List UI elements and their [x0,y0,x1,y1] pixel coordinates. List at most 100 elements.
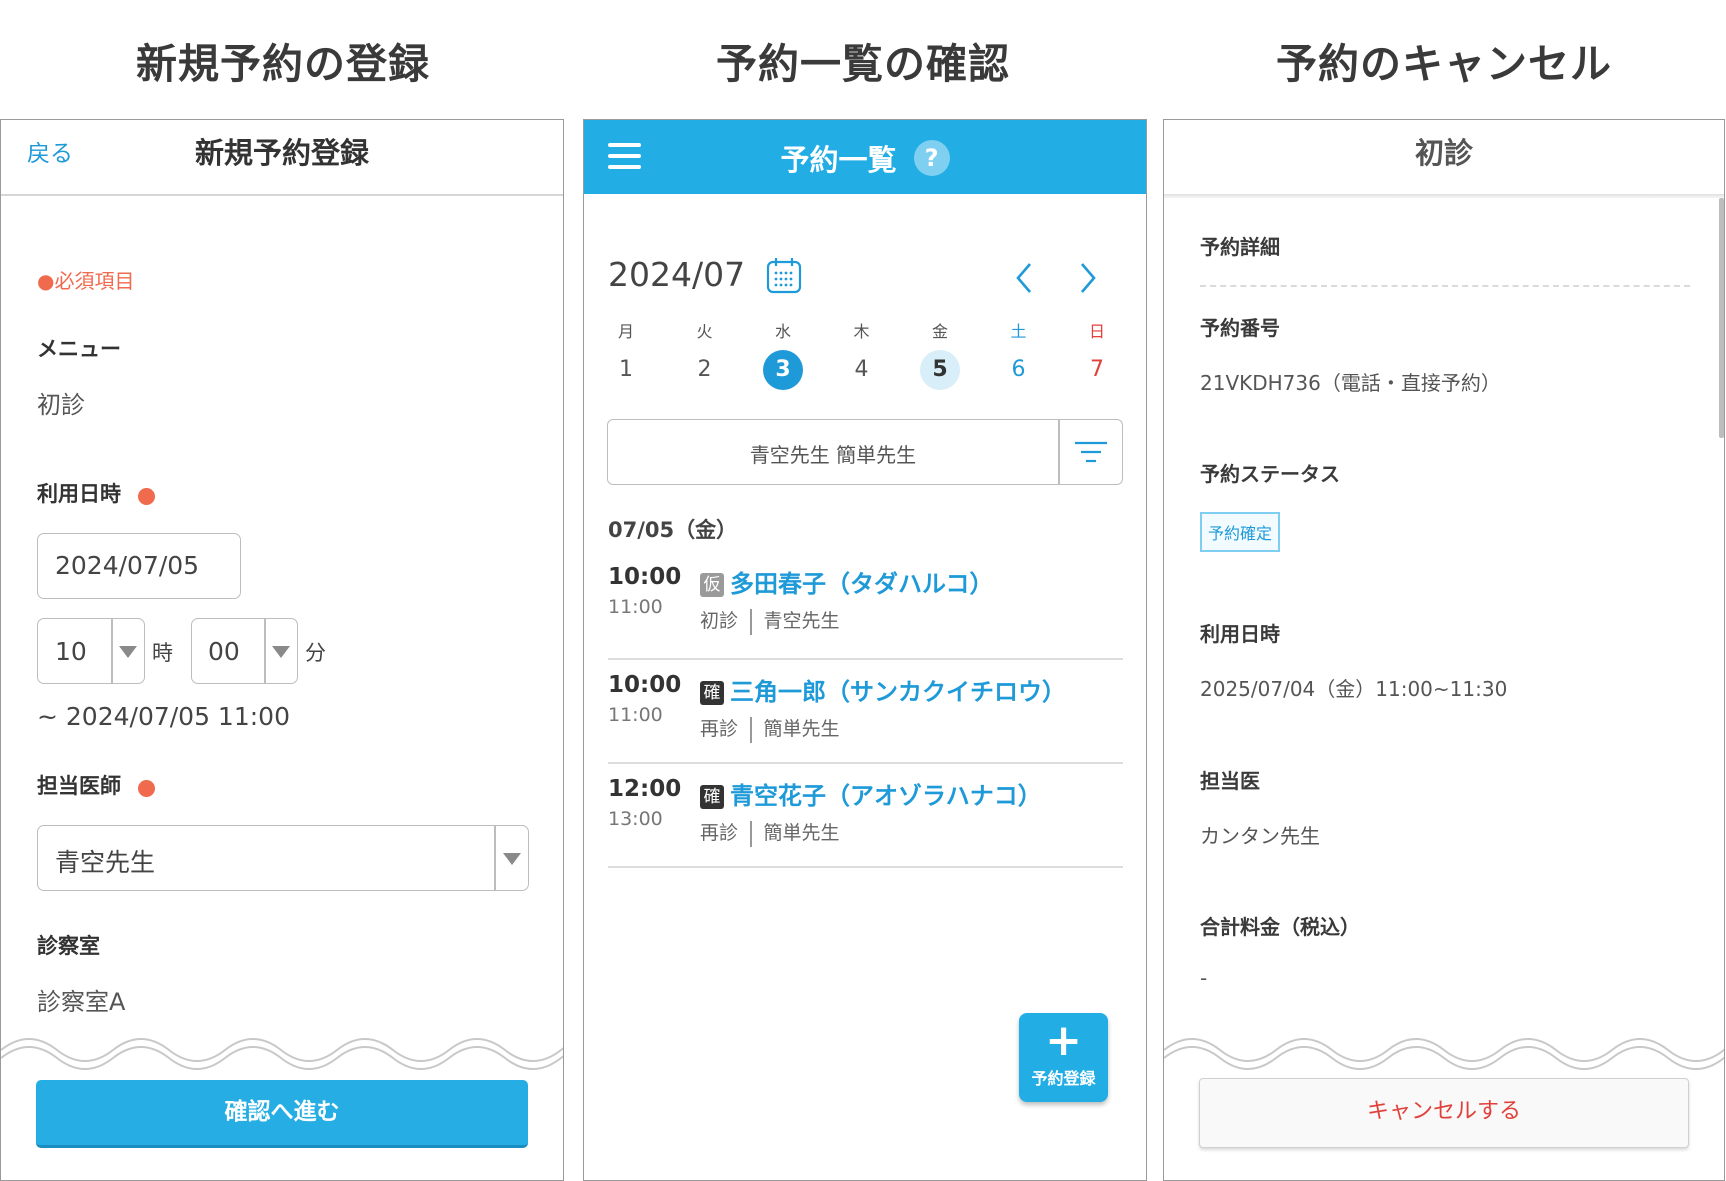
page-title: 新規予約登録 [1,130,563,172]
datetime-value: 2025/07/04（金）11:00~11:30 [1200,673,1507,702]
cancel-button[interactable]: キャンセルする [1199,1078,1689,1148]
number-label: 予約番号 [1200,312,1280,341]
chevron-left-icon[interactable] [1014,262,1034,294]
status-badge: 確 [700,785,724,809]
weekday-3[interactable]: 水3 [763,318,803,390]
header-divider [1,194,563,196]
question-circle-icon[interactable]: ? [914,140,950,176]
day-number: 2 [685,350,725,390]
hour-unit: 時 [152,637,173,667]
list-screen: 予約一覧 ? 2024/07 月1火2水3木4金5土6日7 青空先生 簡単先生 … [583,119,1147,1181]
row-divider [608,658,1123,660]
minute-select-value: 00 [208,637,240,666]
add-reservation-button[interactable]: + 予約登録 [1019,1013,1108,1102]
patient-row: 確青空花子（アオゾラハナコ） [700,776,1042,811]
start-time: 10:00 [608,564,681,590]
wave-divider [1164,1020,1725,1080]
doctor-filter[interactable]: 青空先生 簡単先生 [607,419,1123,485]
reservation-item[interactable]: 10:00 11:00 仮多田春子（タダハルコ） 初診 青空先生 [608,560,1123,668]
weekday-5[interactable]: 金5 [920,318,960,390]
caption-register: 新規予約の登録 [0,30,566,90]
row-divider [608,866,1123,868]
start-time: 10:00 [608,672,681,698]
reservation-item[interactable]: 12:0013:00確青空花子（アオゾラハナコ）再診簡単先生 [608,772,1123,876]
required-dot-icon [138,488,155,505]
date-input-value: 2024/07/05 [55,551,199,580]
menu-label: メニュー [37,333,121,363]
page-title: 予約一覧 ? [584,137,1146,179]
page-title: 初診 [1164,130,1724,172]
weekday-label: 日 [1077,318,1117,342]
day-number: 1 [606,350,646,390]
total-value: - [1200,966,1207,990]
doctor-select-value: 青空先生 [55,843,155,879]
chevron-down-icon [119,646,137,658]
caption-list: 予約一覧の確認 [583,30,1143,90]
week-strip: 月1火2水3木4金5土6日7 [608,318,1098,398]
weekday-label: 木 [842,318,882,342]
doctor-value: カンタン先生 [1200,820,1320,849]
confirm-button[interactable]: 確認へ進む [36,1080,528,1148]
doctor-label: 担当医 [1200,765,1260,794]
patient-name[interactable]: 多田春子（タダハルコ） [730,570,994,598]
weekday-1[interactable]: 月1 [606,318,646,390]
required-note: ●必須項目 [37,265,134,294]
date-heading: 07/05（金） [608,514,737,544]
detail-row: 再診 簡単先生 [700,818,840,847]
plus-icon: + [1019,1017,1108,1065]
weekday-2[interactable]: 火2 [685,318,725,390]
doctor-name: 青空先生 [764,610,840,632]
weekday-7[interactable]: 日7 [1077,318,1117,390]
scrollbar[interactable] [1719,198,1724,438]
required-dot-icon [138,780,155,797]
hour-select[interactable]: 10 [37,618,145,684]
doctor-name: 簡単先生 [764,718,840,740]
weekday-label: 月 [606,318,646,342]
chevron-right-icon[interactable] [1078,262,1098,294]
row-divider [608,762,1123,764]
filter-icon[interactable] [1074,440,1108,464]
minute-unit: 分 [305,637,326,667]
number-value: 21VKDH736（電話・直接予約） [1200,367,1501,396]
menu-name: 再診 [700,718,738,740]
calendar-icon[interactable] [766,256,802,294]
datetime-label: 利用日時 [37,482,121,506]
patient-row: 確三角一郎（サンカクイチロウ） [700,672,1066,707]
datetime-label: 利用日時 [1200,618,1280,647]
cancel-screen: 初診 予約詳細 予約番号 21VKDH736（電話・直接予約） 予約ステータス … [1163,119,1725,1181]
minute-select[interactable]: 00 [191,618,298,684]
status-badge: 仮 [700,573,724,597]
patient-name[interactable]: 三角一郎（サンカクイチロウ） [730,678,1066,706]
weekday-label: 土 [999,318,1039,342]
total-label: 合計料金（税込） [1200,911,1360,940]
filter-text: 青空先生 簡単先生 [608,439,1058,468]
weekday-4[interactable]: 木4 [842,318,882,390]
start-time: 12:00 [608,776,681,802]
patient-name[interactable]: 青空花子（アオゾラハナコ） [730,782,1042,810]
day-number: 4 [842,350,882,390]
patient-row: 仮多田春子（タダハルコ） [700,564,994,599]
room-label: 診察室 [37,930,100,960]
day-number: 6 [999,350,1039,390]
end-time: 11:00 [608,596,663,618]
detail-row: 再診 簡単先生 [700,714,840,743]
event-list: 10:0011:00仮多田春子（タダハルコ）初診青空先生10:0011:00確三… [608,560,1123,876]
datetime-label-row: 利用日時 [37,478,155,508]
end-time-text: ~ 2024/07/05 11:00 [37,702,290,731]
menu-name: 再診 [700,822,738,844]
menu-name: 初診 [700,610,738,632]
status-badge: 予約確定 [1200,512,1280,552]
doctor-label: 担当医師 [37,774,121,798]
reservation-item[interactable]: 10:0011:00確三角一郎（サンカクイチロウ）再診簡単先生 [608,668,1123,772]
doctor-select[interactable]: 青空先生 [37,825,529,891]
detail-row: 初診 青空先生 [700,606,840,635]
register-screen: 戻る 新規予約登録 ●必須項目 メニュー 初診 利用日時 2024/07/05 … [0,119,564,1181]
doctor-name: 簡単先生 [764,822,840,844]
menu-value: 初診 [37,385,85,420]
caption-cancel: 予約のキャンセル [1163,30,1725,90]
status-label: 予約ステータス [1200,458,1340,487]
date-input[interactable]: 2024/07/05 [37,533,241,599]
status-badge: 確 [700,681,724,705]
weekday-6[interactable]: 土6 [999,318,1039,390]
room-value: 診察室A [37,982,125,1017]
